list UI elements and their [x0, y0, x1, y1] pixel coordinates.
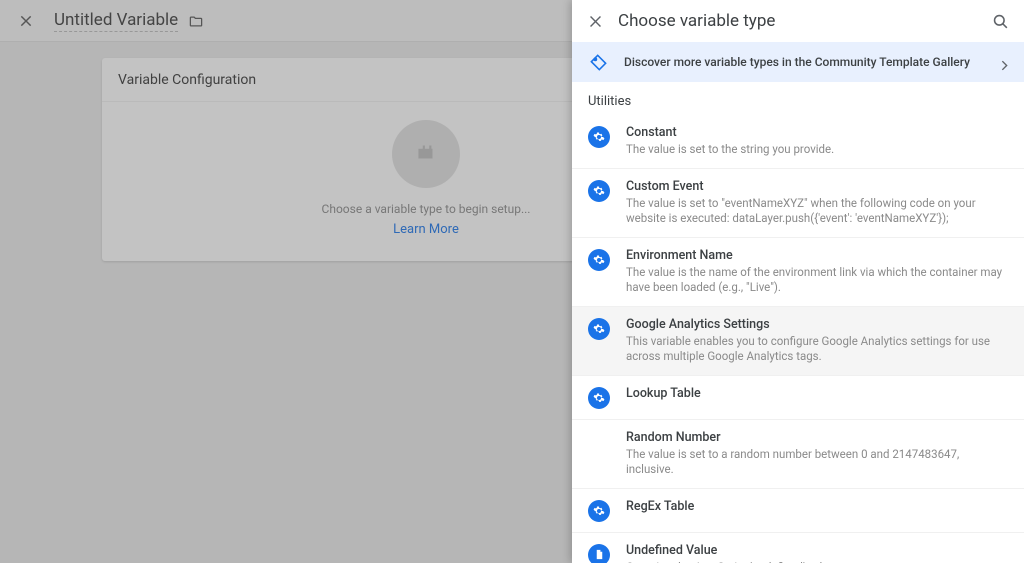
folder-icon[interactable]	[188, 14, 204, 28]
drawer-title: Choose variable type	[618, 11, 990, 31]
close-icon[interactable]	[586, 12, 604, 30]
item-desc: The value is set to a random number betw…	[626, 447, 1008, 478]
item-content: Environment Name The value is the name of…	[626, 248, 1008, 296]
community-gallery-banner[interactable]: Discover more variable types in the Comm…	[572, 42, 1024, 82]
variable-type-regex-table[interactable]: RegEx Table	[572, 489, 1024, 533]
variable-title[interactable]: Untitled Variable	[54, 10, 178, 32]
placeholder-circle	[392, 120, 460, 188]
variable-type-environment-name[interactable]: Environment Name The value is the name of…	[572, 238, 1024, 307]
gear-icon	[588, 249, 610, 271]
item-desc: The value is set to the string you provi…	[626, 142, 1008, 158]
brick-icon	[413, 139, 439, 169]
item-desc: The value is the name of the environment…	[626, 265, 1008, 296]
item-content: RegEx Table	[626, 499, 1008, 516]
variable-type-google-analytics-settings[interactable]: Google Analytics Settings This variable e…	[572, 307, 1024, 376]
item-title: Environment Name	[626, 248, 1008, 263]
gear-icon	[588, 318, 610, 340]
item-desc: This variable enables you to configure G…	[626, 334, 1008, 365]
drawer-header: Choose variable type	[572, 0, 1024, 42]
item-content: Undefined Value Contains the JavaScript '…	[626, 543, 1008, 563]
gear-icon	[588, 500, 610, 522]
item-title: Google Analytics Settings	[626, 317, 1008, 332]
variable-type-constant[interactable]: Constant The value is set to the string y…	[572, 115, 1024, 169]
item-desc: Contains the JavaScript 'undefined' valu…	[626, 560, 1008, 563]
item-title: RegEx Table	[626, 499, 1008, 514]
doc-icon	[588, 544, 610, 563]
close-icon[interactable]	[18, 13, 34, 29]
tag-icon	[588, 52, 608, 72]
gear-icon	[588, 180, 610, 202]
variable-type-custom-event[interactable]: Custom Event The value is set to "eventNa…	[572, 169, 1024, 238]
variable-type-undefined-value[interactable]: Undefined Value Contains the JavaScript '…	[572, 533, 1024, 563]
item-content: Custom Event The value is set to "eventNa…	[626, 179, 1008, 227]
banner-text: Discover more variable types in the Comm…	[624, 55, 982, 69]
item-title: Custom Event	[626, 179, 1008, 194]
search-icon[interactable]	[990, 11, 1010, 31]
variable-type-drawer: Choose variable type Discover more varia…	[572, 0, 1024, 563]
gear-icon	[588, 126, 610, 148]
item-title: Random Number	[626, 430, 1008, 445]
chevron-right-icon	[998, 57, 1008, 67]
item-content: Random Number The value is set to a rando…	[626, 430, 1008, 478]
learn-more-link[interactable]: Learn More	[393, 222, 459, 237]
variable-type-lookup-table[interactable]: Lookup Table	[572, 376, 1024, 420]
item-title: Undefined Value	[626, 543, 1008, 558]
variable-type-random-number[interactable]: Random Number The value is set to a rando…	[572, 420, 1024, 489]
variable-type-list: Utilities Constant The value is set to the…	[572, 82, 1024, 563]
setup-message: Choose a variable type to begin setup...	[322, 202, 531, 216]
section-title-utilities: Utilities	[572, 82, 1024, 115]
item-content: Google Analytics Settings This variable e…	[626, 317, 1008, 365]
gear-icon	[588, 387, 610, 409]
item-content: Lookup Table	[626, 386, 1008, 403]
item-desc: The value is set to "eventNameXYZ" when …	[626, 196, 1008, 227]
item-title: Constant	[626, 125, 1008, 140]
item-title: Lookup Table	[626, 386, 1008, 401]
item-content: Constant The value is set to the string y…	[626, 125, 1008, 158]
